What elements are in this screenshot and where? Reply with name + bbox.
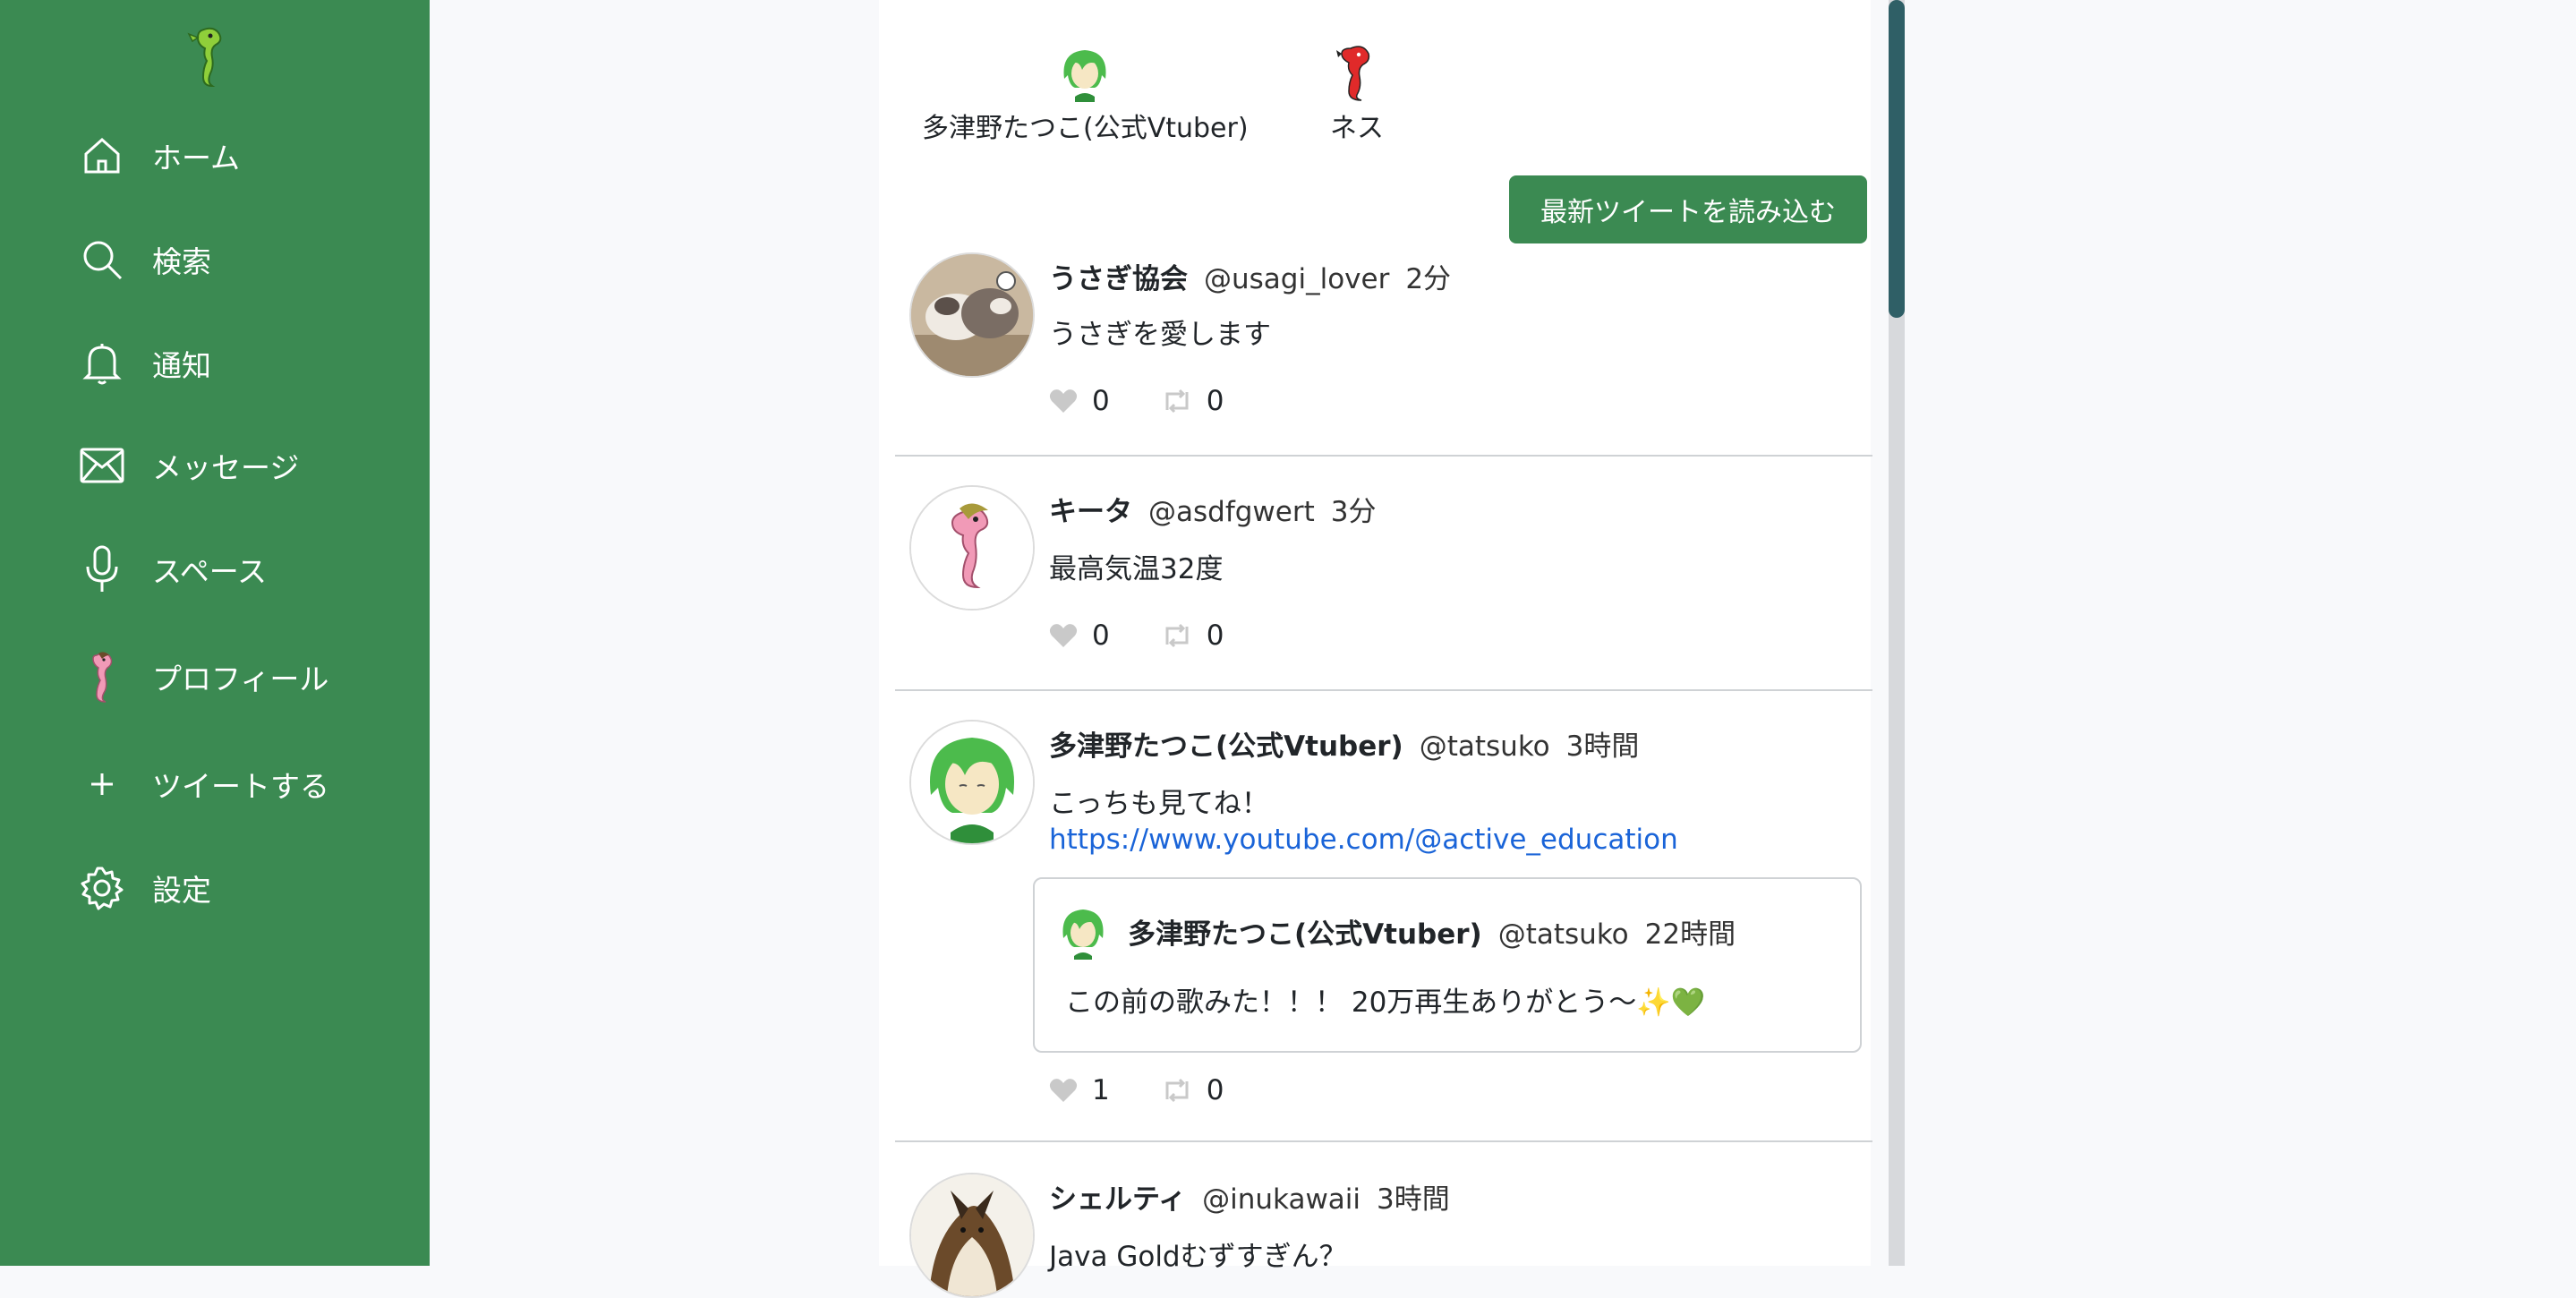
tweet-author-name[interactable]: シェルティ	[1049, 1176, 1186, 1217]
seahorse-avatar[interactable]	[909, 485, 1035, 611]
sidebar-item-label: ツイートする	[152, 769, 329, 804]
mail-icon	[77, 440, 127, 491]
retweet-icon	[1165, 389, 1189, 414]
mic-icon	[77, 544, 127, 594]
seahorse-logo-icon[interactable]	[183, 25, 234, 90]
scrollbar-thumb[interactable]	[1889, 0, 1905, 318]
tweet-timestamp: 2分	[1405, 263, 1452, 295]
tweet-actions: 1 0	[1049, 1074, 1275, 1106]
plus-icon	[77, 759, 127, 809]
sidebar-item-spaces[interactable]: スペース	[77, 537, 399, 602]
quoted-tweet[interactable]: 多津野たつこ(公式Vtuber) @tatsuko 22時間 この前の歌みた！！…	[1033, 877, 1862, 1053]
tweet-header: キータ @asdfgwert 3分	[1049, 489, 1376, 529]
retweet-button[interactable]: 0	[1162, 619, 1224, 652]
search-icon	[77, 235, 127, 285]
tweet-header: 多津野たつこ(公式Vtuber) @tatsuko 3時間	[1049, 723, 1639, 764]
sidebar-item-profile[interactable]: プロフィール	[77, 645, 399, 709]
bell-icon	[77, 338, 127, 389]
heart-icon	[1049, 1079, 1078, 1102]
quoted-timestamp: 22時間	[1644, 918, 1736, 951]
following-user[interactable]: 多津野たつこ(公式Vtuber)	[922, 43, 1249, 145]
tweet-author-handle: @asdfgwert	[1148, 496, 1315, 528]
rabbit-avatar[interactable]	[909, 252, 1035, 378]
tweet-link[interactable]: https://www.youtube.com/@active_educatio…	[1049, 824, 1678, 856]
tweet-header: シェルティ @inukawaii 3時間	[1049, 1176, 1450, 1217]
retweet-icon	[1165, 1078, 1189, 1103]
tweet-divider	[895, 1140, 1872, 1142]
tweet-author-handle: @usagi_lover	[1204, 263, 1390, 295]
like-count: 1	[1092, 1074, 1110, 1106]
quoted-tweet-text: この前の歌みた！！！ 20万再生ありがとう〜✨💚	[1065, 986, 1706, 1019]
following-user[interactable]: ネス	[1330, 43, 1384, 145]
like-button[interactable]: 0	[1049, 619, 1110, 652]
tweet-text: 最高気温32度	[1049, 553, 1224, 585]
tweet-text: Java Goldむずすぎん？	[1049, 1241, 1347, 1273]
sidebar-item-label: 設定	[152, 873, 211, 908]
tweet-divider	[895, 689, 1872, 691]
like-count: 0	[1092, 385, 1110, 417]
tweet-actions: 0 0	[1049, 619, 1275, 652]
sidebar-item-tweet[interactable]: ツイートする	[77, 752, 399, 816]
tweet-author-name[interactable]: 多津野たつこ(公式Vtuber)	[1049, 723, 1403, 764]
retweet-count: 0	[1206, 385, 1224, 417]
retweet-button[interactable]: 0	[1162, 1074, 1224, 1106]
tweet-text: うさぎを愛します	[1049, 319, 1271, 351]
tweet-timestamp: 3時間	[1377, 1183, 1450, 1216]
load-latest-tweets-button[interactable]: 最新ツイートを読み込む	[1509, 175, 1867, 243]
tweet-timestamp: 3時間	[1565, 730, 1640, 763]
red-seahorse-avatar-icon	[1336, 46, 1370, 101]
gear-icon	[77, 863, 127, 913]
like-button[interactable]: 0	[1049, 385, 1110, 417]
sidebar-item-search[interactable]: 検索	[77, 227, 399, 292]
sidebar-item-label: ホーム	[152, 141, 241, 175]
sidebar: ホーム 検索 通知 メッセージ スペース プロフィール ツイートする 設定	[0, 0, 430, 1266]
sidebar-item-label: メッセージ	[152, 450, 300, 485]
sidebar-item-label: 検索	[152, 244, 211, 279]
sidebar-item-label: 通知	[152, 348, 211, 383]
tweet-text: こっちも見てね！	[1049, 788, 1269, 820]
quoted-tweet-header: 多津野たつこ(公式Vtuber) @tatsuko 22時間	[1128, 911, 1736, 952]
tweet-author-name[interactable]: キータ	[1049, 489, 1132, 529]
heart-icon	[1049, 624, 1078, 647]
tweet-timestamp: 3分	[1330, 496, 1377, 528]
following-user-name: ネス	[1330, 113, 1384, 144]
sheltie-avatar[interactable]	[909, 1173, 1035, 1298]
tweet-actions: 0 0	[1049, 385, 1275, 417]
tweet-author-handle: @inukawaii	[1202, 1183, 1361, 1216]
retweet-count: 0	[1206, 1074, 1224, 1106]
tweet-divider	[895, 455, 1872, 457]
home-icon	[77, 131, 127, 181]
tweet-author-handle: @tatsuko	[1419, 730, 1550, 763]
retweet-button[interactable]: 0	[1162, 385, 1224, 417]
seahorse-avatar-icon	[77, 652, 127, 703]
tweet-header: うさぎ協会 @usagi_lover 2分	[1049, 256, 1451, 296]
like-count: 0	[1092, 619, 1110, 652]
following-user-name: 多津野たつこ(公式Vtuber)	[922, 113, 1249, 144]
vtuber-avatar[interactable]	[909, 720, 1035, 845]
sidebar-item-messages[interactable]: メッセージ	[77, 433, 399, 498]
like-button[interactable]: 1	[1049, 1074, 1110, 1106]
sidebar-item-settings[interactable]: 設定	[77, 856, 399, 920]
quoted-author-handle: @tatsuko	[1497, 918, 1629, 951]
vtuber-avatar-icon	[1063, 50, 1106, 102]
quoted-author-name[interactable]: 多津野たつこ(公式Vtuber)	[1128, 911, 1482, 952]
sidebar-item-label: スペース	[152, 554, 268, 589]
sidebar-item-label: プロフィール	[152, 662, 329, 696]
vtuber-avatar-icon	[1062, 909, 1104, 960]
tweet-author-name[interactable]: うさぎ協会	[1049, 256, 1188, 296]
heart-icon	[1049, 389, 1078, 413]
retweet-icon	[1165, 623, 1189, 648]
sidebar-item-home[interactable]: ホーム	[77, 124, 399, 188]
retweet-count: 0	[1206, 619, 1224, 652]
sidebar-item-notifications[interactable]: 通知	[77, 331, 399, 396]
